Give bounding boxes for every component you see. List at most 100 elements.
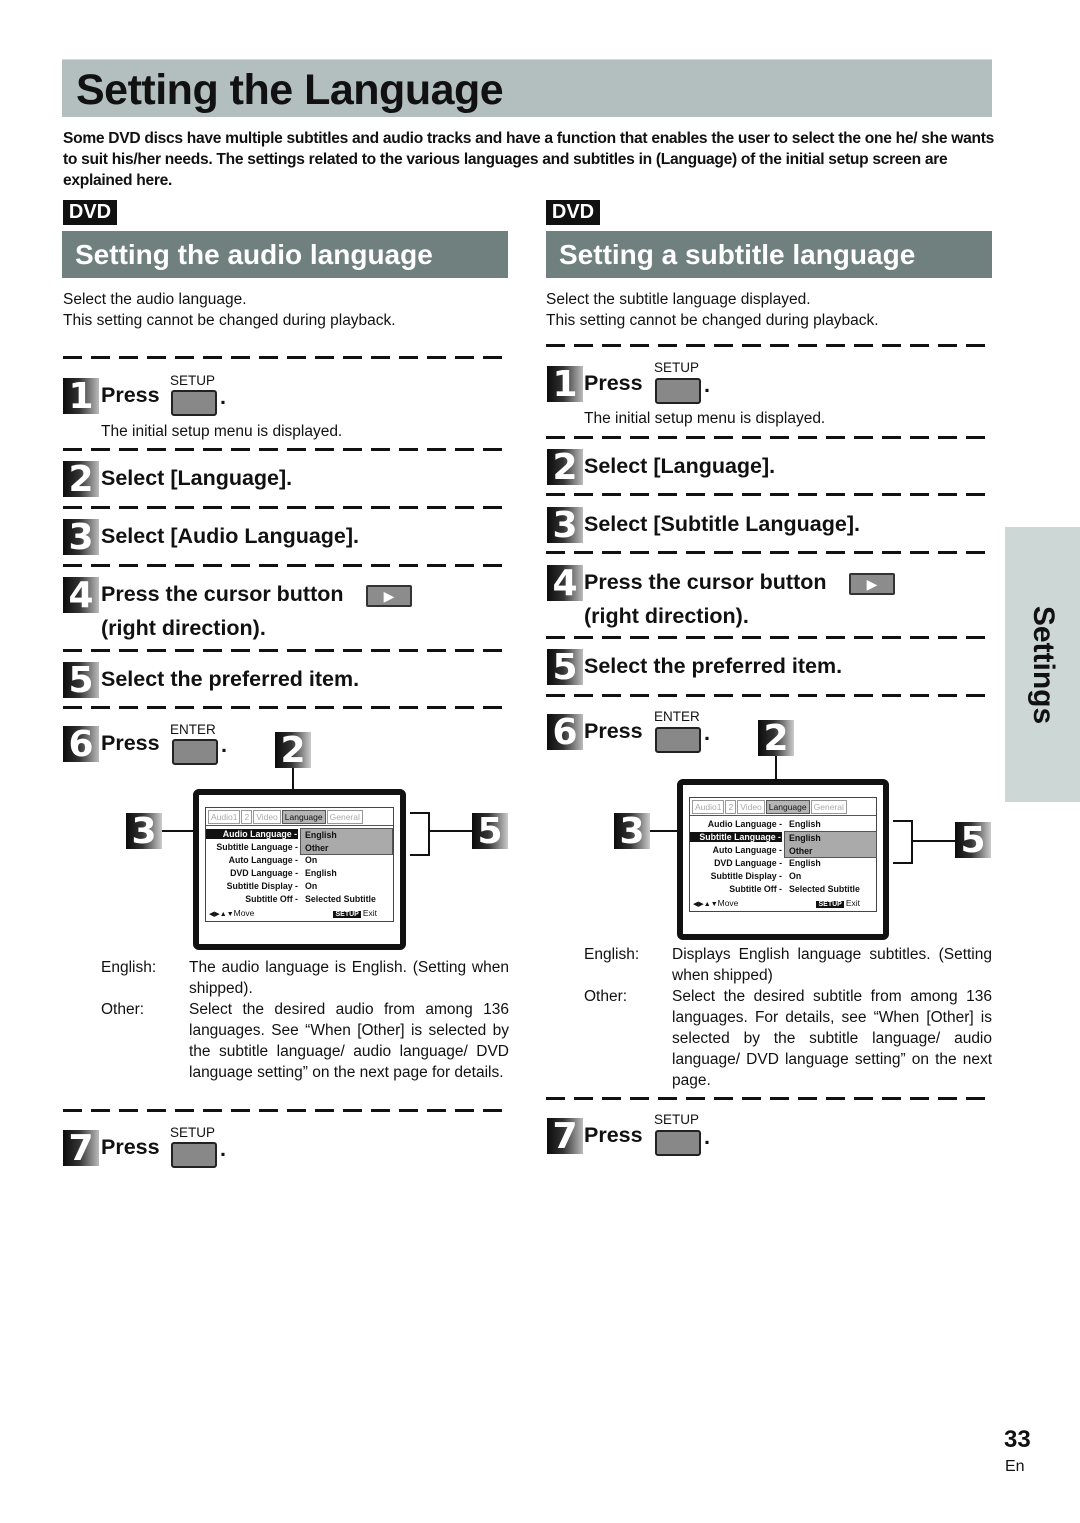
period: . (220, 1137, 226, 1161)
options-list: English: The audio language is English. … (101, 957, 509, 1107)
osd-dropdown: English Other (300, 828, 393, 855)
divider (63, 564, 508, 567)
osd-exit-hint: SETUP Exit (333, 908, 377, 918)
osd-row-value: On (789, 871, 802, 881)
osd-row-label: Subtitle Off - (245, 894, 298, 904)
osd-dropdown-item: Other (789, 846, 813, 856)
osd-row-label: Auto Language - (228, 855, 298, 865)
step-text: Select [Language]. (584, 454, 776, 478)
setup-button[interactable] (171, 390, 217, 416)
callout-3: 3 (614, 813, 650, 851)
step-text: Select the preferred item. (101, 667, 360, 691)
osd-row-label: Subtitle Language - (690, 832, 782, 842)
step-number: 1 (547, 366, 583, 404)
divider (63, 448, 508, 451)
setup-label: SETUP (654, 360, 700, 375)
osd-tab: 2 (725, 800, 737, 814)
section-desc: Select the subtitle language displayed. … (546, 289, 879, 331)
step-number: 5 (63, 662, 99, 700)
setup-button[interactable] (171, 1142, 217, 1168)
step-subtext: The initial setup menu is displayed. (101, 423, 343, 440)
divider (63, 706, 508, 709)
osd-row-value: On (305, 881, 318, 891)
osd-screen-subtitle: Audio1 2 Video Language General Audio La… (677, 779, 889, 940)
callout-5: 5 (955, 822, 991, 860)
step-number: 3 (547, 507, 583, 545)
page-number: 33 (1004, 1426, 1031, 1453)
osd-row-value: English (789, 858, 821, 868)
divider (546, 1097, 992, 1100)
osd-tabs: Audio1 2 Video Language General (208, 810, 364, 824)
step-text: Press (584, 1123, 643, 1147)
page-title-text: Setting the Language (76, 66, 504, 114)
cursor-right-button[interactable]: ▶ (849, 573, 895, 595)
enter-label: ENTER (170, 722, 216, 737)
step-text: Press (584, 371, 643, 395)
setup-label: SETUP (170, 1125, 216, 1140)
period: . (704, 373, 710, 397)
callout-line (430, 830, 472, 832)
page-language: En (1005, 1458, 1025, 1475)
step-text: Press the cursor button (584, 570, 827, 594)
setup-button[interactable] (655, 378, 701, 404)
osd-row-value: Selected Subtitle (789, 884, 860, 894)
step-text: Press (101, 383, 160, 407)
period: . (704, 1125, 710, 1149)
step-number: 5 (547, 649, 583, 687)
setup-button[interactable] (655, 1130, 701, 1156)
page-title: Setting the Language (62, 59, 992, 117)
osd-row-value: On (305, 855, 318, 865)
osd-row-value: English (789, 819, 821, 829)
step-number: 6 (547, 714, 583, 752)
option-key: Other: (584, 988, 628, 1005)
desc-line: This setting cannot be changed during pl… (63, 312, 396, 329)
callout-bracket (893, 820, 913, 864)
section-heading-subtitle: Setting a subtitle language (546, 231, 992, 278)
step-text-cont: (right direction). (584, 604, 749, 628)
osd-row-label: Audio Language - (707, 819, 782, 829)
enter-button[interactable] (172, 739, 218, 765)
step-number: 4 (63, 577, 99, 615)
setup-label: SETUP (654, 1112, 700, 1127)
osd-tab: Audio1 (692, 800, 725, 814)
osd-tab: General (810, 800, 847, 814)
cursor-right-button[interactable]: ▶ (366, 585, 412, 607)
callout-line (913, 840, 955, 842)
desc-line: Select the subtitle language displayed. (546, 291, 811, 308)
enter-button[interactable] (655, 727, 701, 753)
step-text: Select [Audio Language]. (101, 524, 360, 548)
setup-chip-icon: SETUP (333, 911, 361, 918)
option-key: English: (101, 959, 157, 976)
step-number: 3 (63, 519, 99, 557)
period: . (704, 721, 710, 745)
setup-label: SETUP (170, 373, 216, 388)
osd-exit-label: Exit (362, 908, 377, 918)
option-key: Other: (101, 1001, 145, 1018)
osd-divider (690, 815, 876, 816)
osd-dropdown: English Other (784, 831, 877, 858)
step-number: 1 (63, 378, 99, 416)
divider (63, 506, 508, 509)
osd-row-label: DVD Language - (230, 868, 298, 878)
osd-dropdown-item: English (305, 830, 337, 840)
osd-exit-label: Exit (845, 898, 860, 908)
divider (546, 694, 992, 697)
callout-5: 5 (472, 813, 508, 851)
osd-row-label: Subtitle Off - (729, 884, 782, 894)
period: . (221, 733, 227, 757)
option-value: The audio language is English. (Setting … (189, 959, 509, 997)
intro-text: Some DVD discs have multiple subtitles a… (63, 130, 994, 189)
callout-2: 2 (758, 720, 794, 758)
osd-tab: 2 (241, 810, 253, 824)
option-key: English: (584, 946, 640, 963)
step-text: Press (101, 1135, 160, 1159)
step-text: Select [Subtitle Language]. (584, 512, 860, 536)
osd-tab-active: Language (281, 810, 326, 824)
step-number: 2 (63, 461, 99, 499)
side-tab-label: Settings (1026, 605, 1060, 724)
section-desc: Select the audio language. This setting … (63, 289, 396, 331)
period: . (220, 385, 226, 409)
osd-panel: Audio1 2 Video Language General Audio La… (689, 797, 877, 912)
step-number: 7 (63, 1130, 99, 1168)
dvd-badge: DVD (63, 200, 117, 225)
